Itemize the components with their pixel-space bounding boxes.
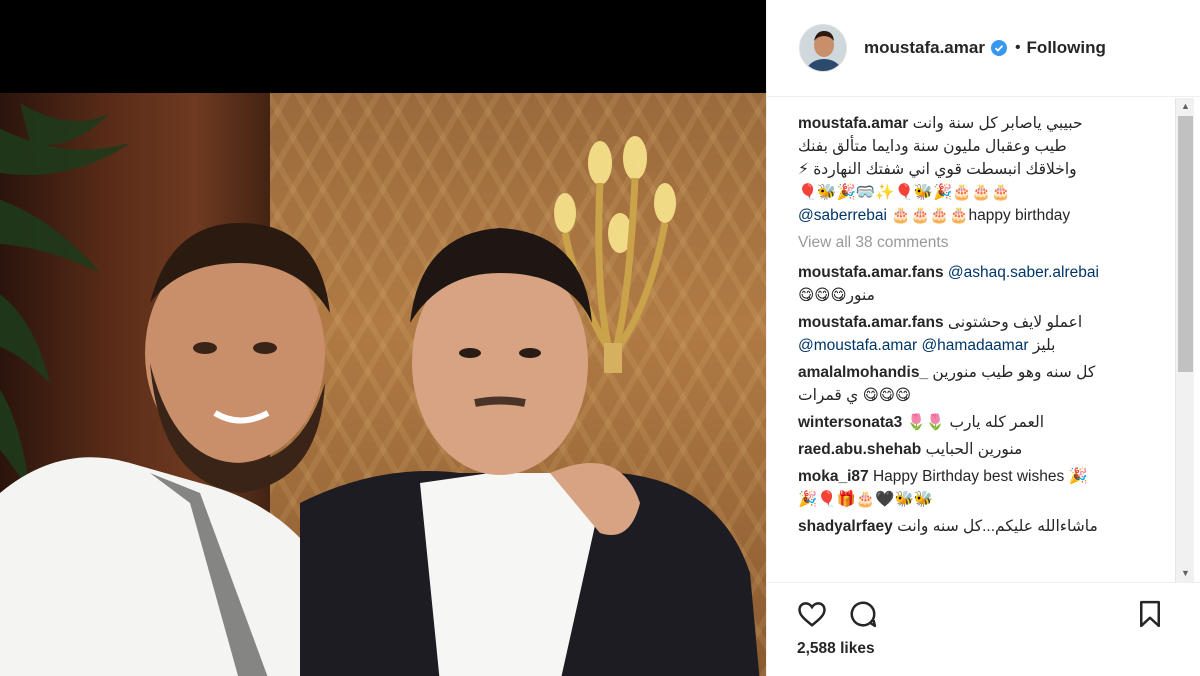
comment-text: اعملو لايف وحشتونى [947, 314, 1083, 331]
comment-item: moustafa.amar.fans @ashaq.saber.alrebai [798, 261, 1177, 284]
heart-icon[interactable] [797, 599, 827, 629]
likes-count[interactable]: 2,588 likes [797, 640, 875, 658]
post-panel: moustafa.amar • Following moustafa.amar … [766, 0, 1200, 676]
comment-username[interactable]: shadyalrfaey [798, 518, 893, 535]
person-left [0, 223, 339, 676]
scroll-up-arrow-icon[interactable]: ▲ [1176, 98, 1195, 115]
comment-item: moka_i87 Happy Birthday best wishes 🎉 [798, 465, 1177, 488]
caption-birthday-text: happy birthday [968, 207, 1071, 224]
comment-text: العمر كله يارب 🌷🌷 [906, 414, 1045, 431]
comment-username[interactable]: amalalmohandis_ [798, 364, 928, 381]
verified-badge-icon [990, 40, 1007, 56]
caption-emoji-line: 🎈🐝🎉🥽✨🎈🐝🎉🎂🎂🎂 [798, 184, 1011, 201]
comment-item: moustafa.amar.fans اعملو لايف وحشتونى [798, 311, 1177, 334]
bookmark-icon[interactable] [1135, 599, 1165, 629]
comment-username[interactable]: moka_i87 [798, 468, 869, 485]
scroll-down-arrow-icon[interactable]: ▼ [1176, 565, 1195, 582]
comment-username[interactable]: raed.abu.shehab [798, 441, 921, 458]
comment-mention[interactable]: @ashaq.saber.alrebai [948, 264, 1099, 281]
comment-text: ماشاءالله عليكم...كل سنه وانت [897, 518, 1098, 535]
comment-item: raed.abu.shehab منورين الحبايب [798, 438, 1177, 461]
scrollbar-thumb[interactable] [1178, 116, 1193, 372]
separator-dot: • [1014, 39, 1021, 56]
following-button[interactable]: Following [1027, 38, 1106, 58]
comments-scrollbar[interactable]: ▲ ▼ [1175, 98, 1194, 582]
post-photo[interactable] [0, 0, 766, 676]
photo-scene [0, 93, 766, 676]
comment-text: كل سنه وهو طيب منورين [932, 364, 1096, 381]
comment-mention[interactable]: @hamadaamar [921, 337, 1028, 354]
comment-username[interactable]: moustafa.amar.fans [798, 314, 944, 331]
action-bar [766, 582, 1200, 642]
comment-text-tail: بليز [1032, 337, 1056, 354]
avatar[interactable] [799, 24, 847, 72]
caption: moustafa.amar حبيبي ياصابر كل سنة وانت [798, 112, 1177, 135]
comment-mention[interactable]: @moustafa.amar [798, 337, 917, 354]
comment-item: amalalmohandis_ كل سنه وهو طيب منورين [798, 361, 1177, 384]
comment-text-2: 🎉🎈🎁🎂🖤🐝🐝 [798, 491, 934, 508]
view-all-comments-link[interactable]: View all 38 comments [798, 234, 1177, 252]
comment-text: منورين الحبايب [925, 441, 1023, 458]
comment-username[interactable]: wintersonata3 [798, 414, 902, 431]
comment-icon[interactable] [848, 599, 878, 629]
caption-username[interactable]: moustafa.amar [798, 115, 908, 132]
comment-item: wintersonata3 العمر كله يارب 🌷🌷 [798, 411, 1177, 434]
comment-text: منور😋😋😋 [798, 287, 875, 304]
person-right [300, 228, 760, 676]
caption-line-2: طيب وعقبال مليون سنة ودايما متألق بفنك [798, 138, 1067, 155]
photo-letterbox [0, 0, 766, 93]
comment-item: shadyalrfaey ماشاءالله عليكم...كل سنه وا… [798, 515, 1177, 538]
caption-line-5: @saberrebai 🎂🎂🎂🎂happy birthday [798, 204, 1177, 227]
header-username[interactable]: moustafa.amar [864, 38, 985, 58]
caption-emoji: 🎂🎂🎂🎂 [891, 207, 969, 224]
caption-mention[interactable]: @saberrebai [798, 207, 887, 224]
comment-text-2: 😋😋😋 ي قمرات [798, 387, 912, 404]
caption-line-1: حبيبي ياصابر كل سنة وانت [912, 115, 1083, 132]
comment-username[interactable]: moustafa.amar.fans [798, 264, 944, 281]
comment-text: Happy Birthday best wishes 🎉 [872, 468, 1088, 485]
post-header: moustafa.amar • Following [767, 0, 1200, 97]
comments-list[interactable]: moustafa.amar حبيبي ياصابر كل سنة وانت ط… [767, 98, 1177, 582]
caption-line-3: واخلاقك انبسطت قوي اني شفتك النهاردة ⚡ [798, 161, 1077, 178]
comment-mentions-line: @moustafa.amar @hamadaamar بليز [798, 334, 1177, 357]
